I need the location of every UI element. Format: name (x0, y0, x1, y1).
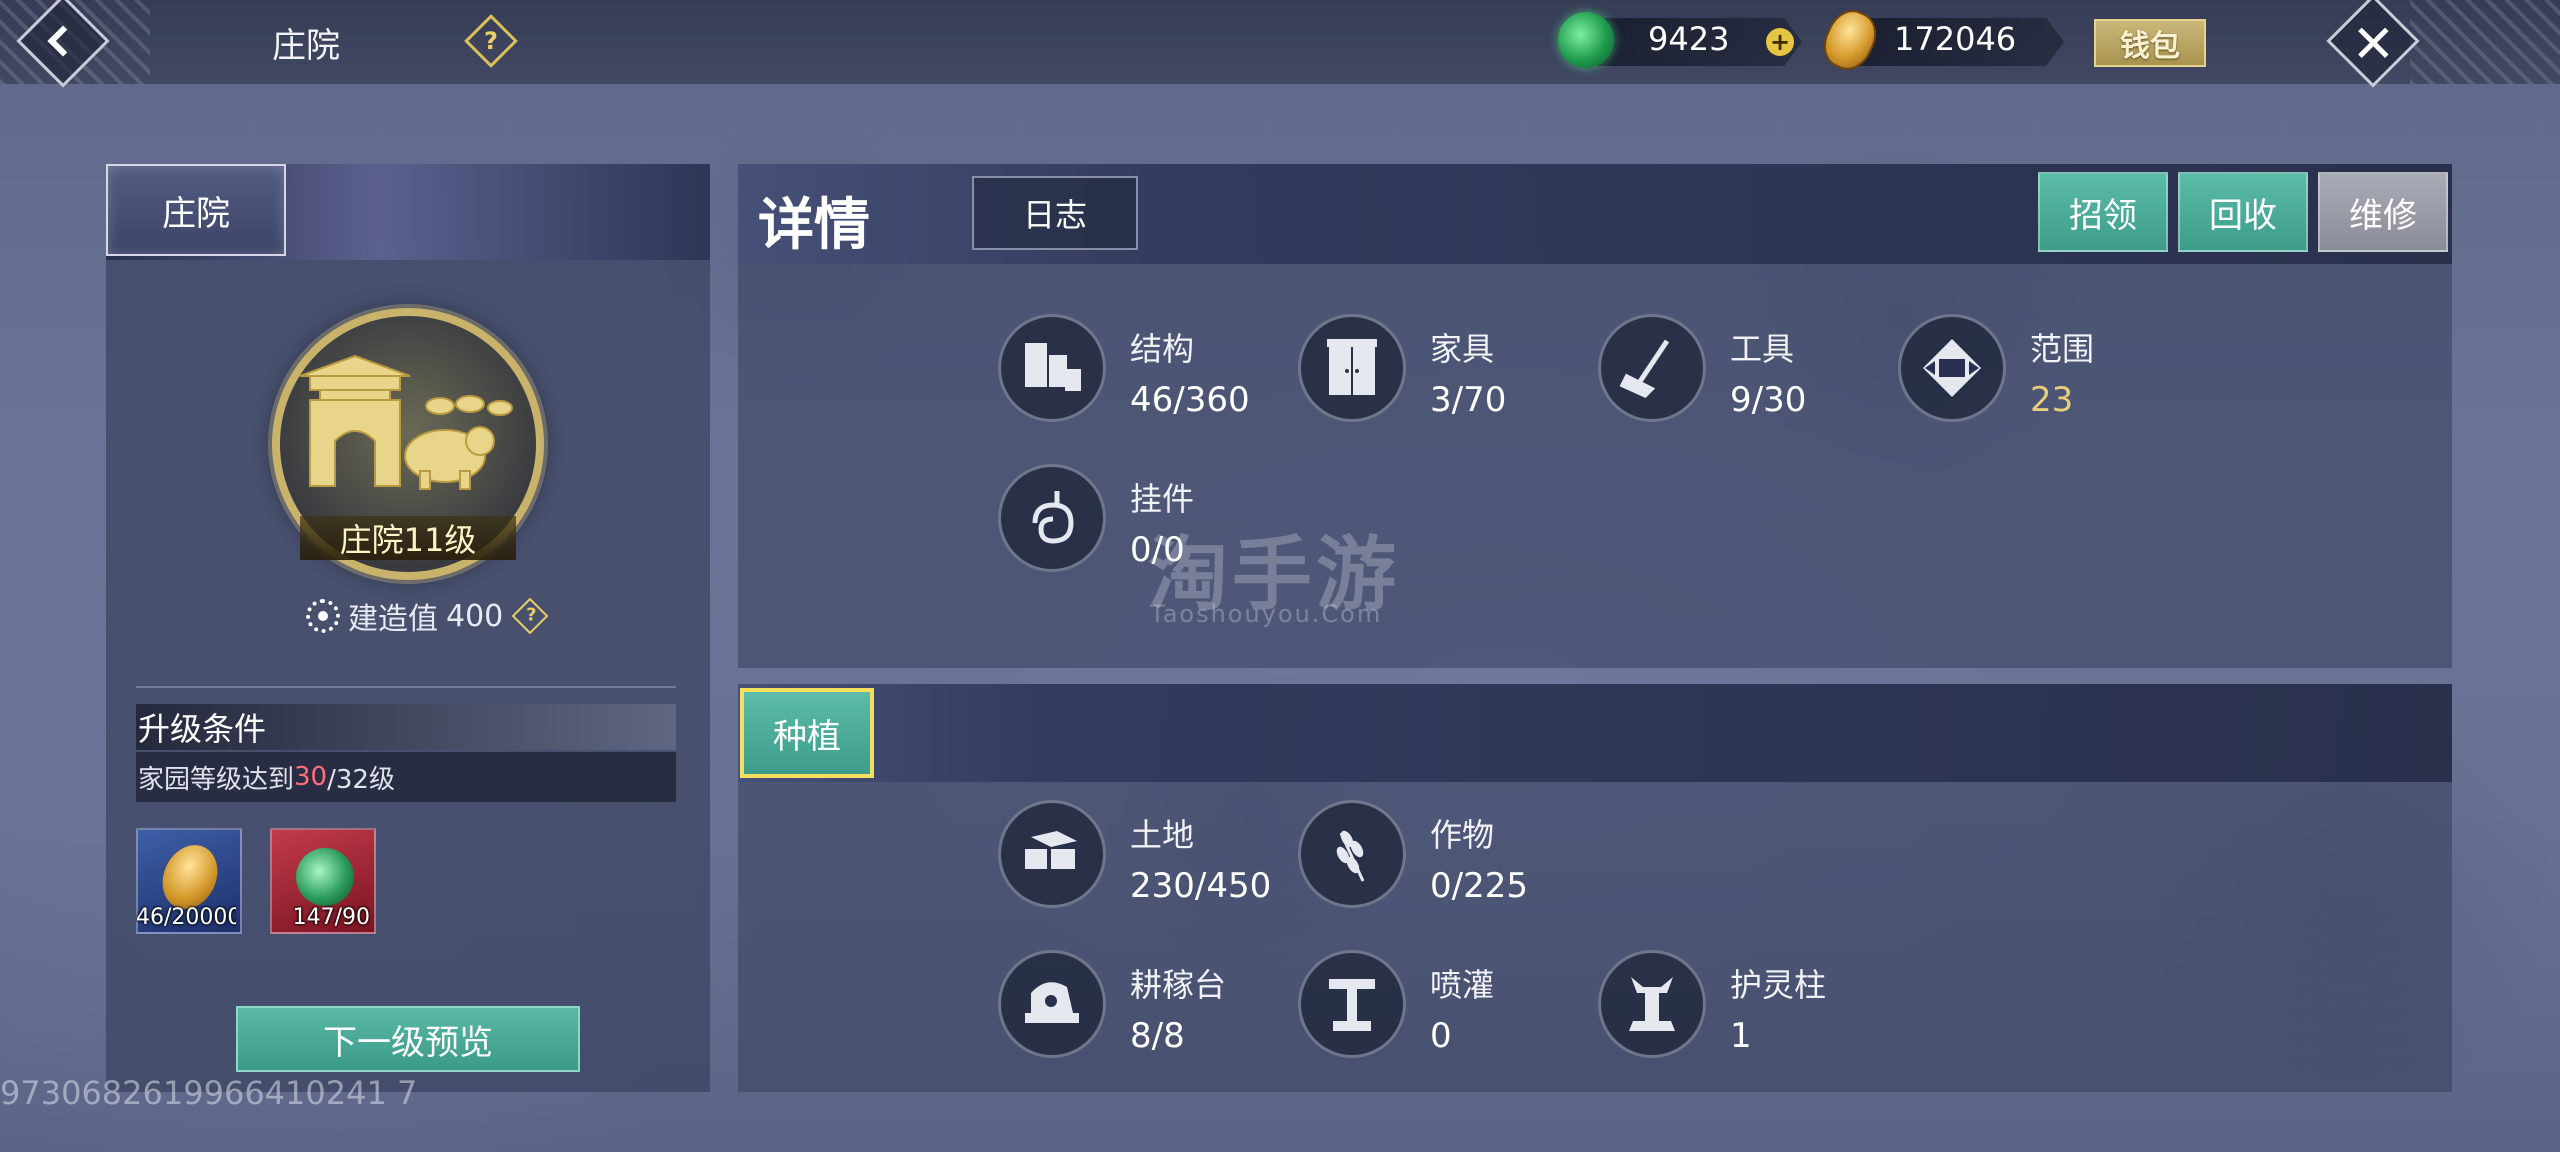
next-level-preview-button[interactable]: 下一级预览 (236, 1006, 580, 1072)
coin-icon (1815, 2, 1885, 78)
recycle-button[interactable]: 回收 (2178, 172, 2308, 252)
stat-guardian-pillar: 护灵柱 1 (1598, 950, 1898, 1070)
back-icon (47, 25, 79, 57)
estate-building-icon (299, 354, 513, 490)
stat-furniture: 家具 3/70 (1298, 314, 1598, 434)
requirement-jade-item[interactable]: 147/90 (270, 828, 376, 934)
stat-label: 结构 (1130, 330, 1195, 368)
sprinkler-icon (1298, 950, 1406, 1058)
land-icon (998, 800, 1106, 908)
requirement-count: 46/20000 (136, 905, 236, 930)
upgrade-conditions-title: 升级条件 (136, 704, 676, 750)
furniture-icon (1298, 314, 1406, 422)
crop-icon (1298, 800, 1406, 908)
structure-icon (998, 314, 1106, 422)
estate-panel-header: 庄院 (106, 164, 710, 260)
build-value-row: 建造值 400 ? (306, 596, 549, 637)
upgrade-condition-text: 家园等级达到 30/32级 (136, 752, 676, 802)
stat-value: 0 (1430, 1016, 1452, 1056)
stat-land: 土地 230/450 (998, 800, 1298, 920)
watermark-url: Taoshouyou.Com (1150, 600, 1383, 628)
help-icon[interactable]: ? (464, 14, 518, 68)
build-value-number: 400 (446, 598, 504, 634)
guardian-pillar-icon (1598, 950, 1706, 1058)
stat-value: 1 (1730, 1016, 1752, 1056)
jade-icon (1558, 12, 1614, 68)
recruit-button[interactable]: 招领 (2038, 172, 2168, 252)
stat-label: 护灵柱 (1730, 966, 1827, 1004)
jade-icon (296, 848, 354, 906)
stat-farming-platform: 耕稼台 8/8 (998, 950, 1298, 1070)
stat-value: 3/70 (1430, 380, 1507, 420)
player-uid: 9730682619966410241 7 (0, 1074, 418, 1112)
stat-value: 230/450 (1130, 866, 1272, 906)
stat-label: 工具 (1730, 330, 1795, 368)
estate-panel: 庄院 庄院11级 建造值 400 ? 升级条件 家园等级达到 30 /32级 4… (106, 164, 710, 1092)
gear-icon (306, 599, 340, 633)
requirement-coin-item[interactable]: 46/20000 (136, 828, 242, 934)
corner-ornament (2410, 0, 2560, 84)
tab-estate[interactable]: 庄院 (106, 164, 286, 256)
top-bar: 庄院 ? 9423 + 172046 钱包 (0, 0, 2560, 88)
details-header: 详情 日志 招领 回收 维修 (738, 164, 2452, 264)
estate-level-label: 庄院11级 (300, 516, 516, 560)
build-value-label: 建造值 (348, 602, 438, 637)
stat-value: 9/30 (1730, 380, 1807, 420)
stat-structure: 结构 46/360 (998, 314, 1298, 434)
stat-label: 喷灌 (1430, 966, 1495, 1004)
stat-label: 土地 (1130, 816, 1195, 854)
stat-label: 作物 (1430, 816, 1495, 854)
repair-button[interactable]: 维修 (2318, 172, 2448, 252)
stat-value: 8/8 (1130, 1016, 1185, 1056)
details-panel: 详情 日志 招领 回收 维修 结构 46/360 家具 3/70 工具 9/30… (738, 164, 2452, 668)
range-icon (1898, 314, 2006, 422)
tab-log[interactable]: 日志 (972, 176, 1138, 250)
current-home-level: 30 (294, 762, 328, 792)
stat-tool: 工具 9/30 (1598, 314, 1898, 434)
add-jade-button[interactable]: + (1766, 28, 1794, 56)
tab-planting[interactable]: 种植 (740, 688, 874, 778)
tool-icon (1598, 314, 1706, 422)
estate-level-emblem: 庄院11级 (272, 308, 544, 580)
stat-label: 家具 (1430, 330, 1495, 368)
coin-amount: 172046 (1894, 20, 2017, 58)
requirement-count: 147/90 (292, 905, 370, 930)
stat-crop: 作物 0/225 (1298, 800, 1598, 920)
stat-sprinkler: 喷灌 0 (1298, 950, 1598, 1070)
divider (136, 686, 676, 688)
farming-platform-icon (998, 950, 1106, 1058)
stat-range: 范围 23 (1898, 314, 2198, 434)
stat-value: 46/360 (1130, 380, 1250, 420)
jade-amount: 9423 (1648, 20, 1730, 58)
help-icon[interactable]: ? (511, 597, 549, 635)
pendant-icon (998, 464, 1106, 572)
page-title: 庄院 (272, 26, 340, 66)
details-title: 详情 (758, 193, 870, 258)
wallet-button[interactable]: 钱包 (2094, 19, 2206, 67)
planting-header: 种植 (738, 684, 2452, 782)
stat-label: 耕稼台 (1130, 966, 1227, 1004)
stat-value: 23 (2030, 380, 2074, 420)
stat-label: 范围 (2030, 330, 2095, 368)
planting-panel: 种植 土地 230/450 作物 0/225 耕稼台 8/8 喷灌 0 护灵柱 … (738, 684, 2452, 1092)
stat-value: 0/225 (1430, 866, 1528, 906)
close-icon[interactable] (2326, 0, 2420, 88)
